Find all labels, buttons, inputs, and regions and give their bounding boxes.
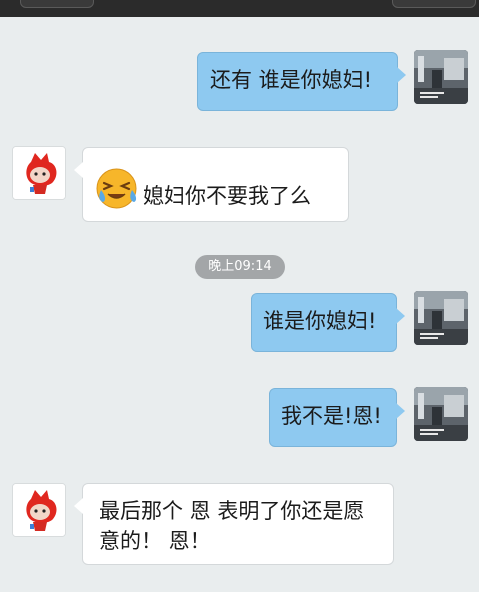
contact-avatar[interactable] (12, 146, 66, 200)
message-text: 我不是!恩! (281, 404, 382, 428)
self-avatar[interactable] (414, 291, 468, 345)
top-right-tab[interactable] (392, 0, 476, 8)
contact-avatar[interactable] (12, 483, 66, 537)
message-bubble-incoming[interactable]: 最后那个 恩 表明了你还是愿意的！ 恩！ (74, 483, 394, 565)
message-bubble-outgoing[interactable]: 我不是!恩! (269, 388, 405, 447)
message-text: 媳妇你不要我了么 (143, 184, 311, 208)
top-bar (0, 0, 479, 17)
message-text: 谁是你媳妇! (263, 309, 377, 333)
timestamp-pill: 晚上09:14 (195, 255, 285, 279)
message-bubble-outgoing[interactable]: 谁是你媳妇! (251, 293, 405, 352)
message-bubble-outgoing[interactable]: 还有 谁是你媳妇! (197, 52, 406, 111)
message-text: 还有 谁是你媳妇! (210, 68, 373, 92)
self-avatar[interactable] (414, 50, 468, 104)
self-avatar[interactable] (414, 387, 468, 441)
message-text: 最后那个 恩 表明了你还是愿意的！ 恩！ (99, 499, 365, 553)
top-left-tab[interactable] (20, 0, 94, 8)
message-bubble-incoming[interactable]: 媳妇你不要我了么 (74, 147, 349, 222)
crying-laughing-emoji-icon (95, 168, 138, 209)
